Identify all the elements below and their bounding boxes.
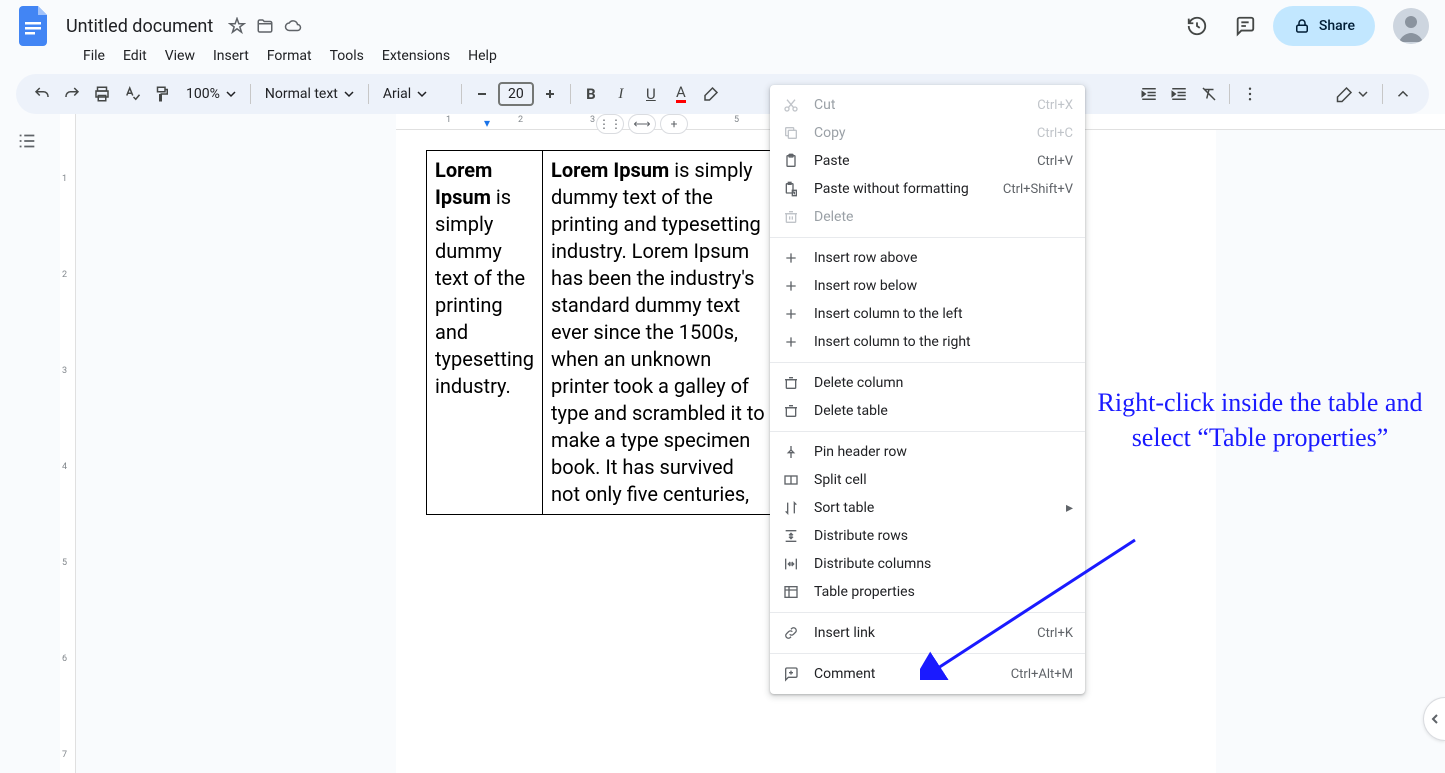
copy-icon [782, 125, 800, 141]
menu-item-table-properties[interactable]: Table properties [770, 578, 1085, 606]
trash-icon [782, 403, 800, 419]
context-menu: CutCtrl+XCopyCtrl+CPasteCtrl+VPaste with… [770, 85, 1085, 694]
menu-item-insert-column-to-the-left[interactable]: Insert column to the left [770, 300, 1085, 328]
menu-item-insert-row-above[interactable]: Insert row above [770, 244, 1085, 272]
menu-item-delete-table[interactable]: Delete table [770, 397, 1085, 425]
menu-file[interactable]: File [76, 44, 112, 68]
decrease-font-icon[interactable] [468, 80, 496, 108]
italic-icon[interactable]: I [607, 80, 635, 108]
menu-help[interactable]: Help [461, 44, 504, 68]
cut-icon [782, 97, 800, 113]
menu-item-pin-header-row[interactable]: Pin header row [770, 438, 1085, 466]
document-table[interactable]: Lorem Ipsum is simply dummy text of the … [426, 150, 776, 515]
menu-item-paste[interactable]: PasteCtrl+V [770, 147, 1085, 175]
paste-plain-icon [782, 181, 800, 197]
more-icon[interactable] [1236, 80, 1264, 108]
menu-item-distribute-columns[interactable]: Distribute columns [770, 550, 1085, 578]
menu-item-sort-table[interactable]: Sort table▸ [770, 494, 1085, 522]
text-color-icon[interactable]: A [667, 80, 695, 108]
zoom-select[interactable]: 100% [178, 86, 244, 102]
plus-icon [782, 306, 800, 322]
trash-icon [782, 375, 800, 391]
menu-view[interactable]: View [158, 44, 202, 68]
document-title[interactable]: Untitled document [60, 14, 219, 39]
indent-increase-icon[interactable] [1165, 80, 1193, 108]
menu-bar: FileEditViewInsertFormatToolsExtensionsH… [16, 44, 1429, 74]
table-cell[interactable]: Lorem Ipsum is simply dummy text of the … [543, 151, 776, 515]
table-col-left-icon[interactable]: ⟷ [628, 114, 656, 134]
spellcheck-icon[interactable] [118, 80, 146, 108]
indent-decrease-icon[interactable] [1135, 80, 1163, 108]
highlight-icon[interactable] [697, 80, 725, 108]
menu-edit[interactable]: Edit [116, 44, 154, 68]
annotation-text: Right-click inside the table and select … [1095, 385, 1425, 455]
table-props-icon [782, 584, 800, 600]
paste-icon [782, 153, 800, 169]
clear-format-icon[interactable] [1195, 80, 1223, 108]
bold-icon[interactable]: B [577, 80, 605, 108]
editing-mode-icon[interactable] [1328, 80, 1376, 108]
docs-logo[interactable] [16, 8, 52, 44]
toolbar: 100% Normal text Arial 20 B I U A [16, 74, 1429, 114]
increase-font-icon[interactable] [536, 80, 564, 108]
collapse-icon[interactable] [1389, 80, 1417, 108]
sort-icon [782, 500, 800, 516]
redo-icon[interactable] [58, 80, 86, 108]
share-button[interactable]: Share [1273, 6, 1375, 46]
table-add-icon[interactable]: + [660, 114, 688, 134]
menu-item-delete: Delete [770, 203, 1085, 231]
menu-item-insert-column-to-the-right[interactable]: Insert column to the right [770, 328, 1085, 356]
paint-format-icon[interactable] [148, 80, 176, 108]
dist-row-icon [782, 528, 800, 544]
cloud-icon[interactable] [283, 16, 303, 36]
outline-icon[interactable] [16, 130, 44, 152]
comment-icon [782, 666, 800, 682]
underline-icon[interactable]: U [637, 80, 665, 108]
star-icon[interactable] [227, 16, 247, 36]
split-icon [782, 472, 800, 488]
menu-item-cut: CutCtrl+X [770, 91, 1085, 119]
vertical-ruler: 1234567 [60, 114, 76, 773]
plus-icon [782, 278, 800, 294]
history-icon[interactable] [1177, 6, 1217, 46]
plus-icon [782, 250, 800, 266]
table-row: Lorem Ipsum is simply dummy text of the … [427, 151, 776, 515]
menu-item-delete-column[interactable]: Delete column [770, 369, 1085, 397]
menu-tools[interactable]: Tools [323, 44, 371, 68]
menu-item-paste-without-formatting[interactable]: Paste without formattingCtrl+Shift+V [770, 175, 1085, 203]
table-cell[interactable]: Lorem Ipsum is simply dummy text of the … [427, 151, 543, 515]
print-icon[interactable] [88, 80, 116, 108]
table-drag-icon[interactable]: ⋮⋮ [596, 114, 624, 134]
pin-icon [782, 444, 800, 460]
menu-format[interactable]: Format [260, 44, 319, 68]
comments-icon[interactable] [1225, 6, 1265, 46]
share-label: Share [1319, 18, 1355, 34]
menu-item-comment[interactable]: CommentCtrl+Alt+M [770, 660, 1085, 688]
plus-icon [782, 334, 800, 350]
font-select[interactable]: Arial [375, 86, 455, 102]
dist-col-icon [782, 556, 800, 572]
menu-item-split-cell[interactable]: Split cell [770, 466, 1085, 494]
menu-insert[interactable]: Insert [206, 44, 256, 68]
undo-icon[interactable] [28, 80, 56, 108]
font-size-input[interactable]: 20 [498, 82, 534, 106]
link-icon [782, 625, 800, 641]
menu-item-copy: CopyCtrl+C [770, 119, 1085, 147]
style-select[interactable]: Normal text [257, 86, 362, 102]
menu-item-insert-link[interactable]: Insert linkCtrl+K [770, 619, 1085, 647]
account-avatar[interactable] [1393, 8, 1429, 44]
delete-icon [782, 209, 800, 225]
menu-item-insert-row-below[interactable]: Insert row below [770, 272, 1085, 300]
move-icon[interactable] [255, 16, 275, 36]
menu-extensions[interactable]: Extensions [375, 44, 457, 68]
menu-item-distribute-rows[interactable]: Distribute rows [770, 522, 1085, 550]
